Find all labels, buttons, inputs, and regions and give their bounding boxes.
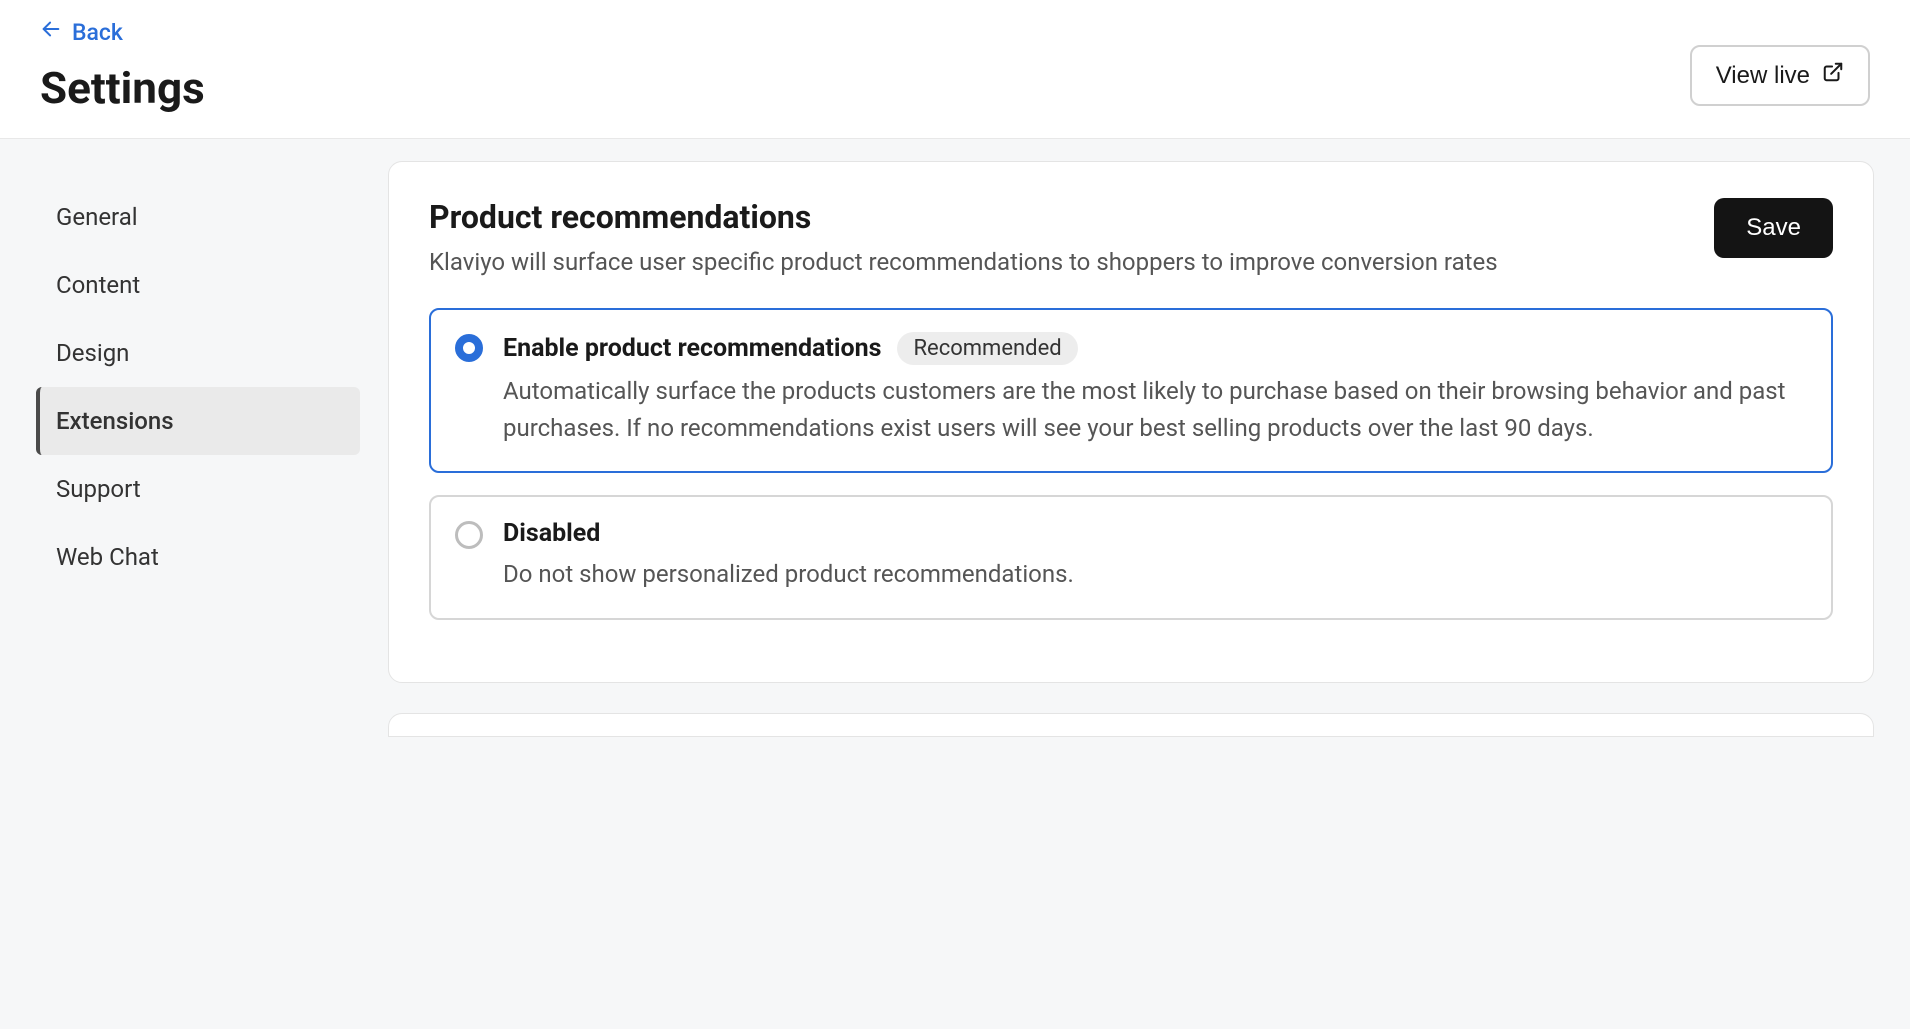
radio-option-disabled[interactable]: Disabled Do not show personalized produc…: [429, 495, 1833, 619]
radio-description: Do not show personalized product recomme…: [503, 556, 1807, 593]
page-title: Settings: [40, 62, 205, 114]
view-live-button[interactable]: View live: [1690, 45, 1870, 106]
product-recommendations-card: Product recommendations Klaviyo will sur…: [388, 161, 1874, 683]
top-bar-left: Back Settings: [40, 18, 205, 114]
view-live-label: View live: [1716, 62, 1810, 90]
sidebar-item-web-chat[interactable]: Web Chat: [36, 523, 360, 591]
card-header-text: Product recommendations Klaviyo will sur…: [429, 198, 1690, 280]
card-subtitle: Klaviyo will surface user specific produ…: [429, 244, 1690, 280]
sidebar-item-extensions[interactable]: Extensions: [36, 387, 360, 455]
top-bar: Back Settings View live: [0, 0, 1910, 139]
next-card-peek: [388, 713, 1874, 737]
radio-option-enable[interactable]: Enable product recommendations Recommend…: [429, 308, 1833, 473]
sidebar-item-content[interactable]: Content: [36, 251, 360, 319]
sidebar-item-general[interactable]: General: [36, 183, 360, 251]
arrow-left-icon: [40, 18, 62, 46]
sidebar-item-design[interactable]: Design: [36, 319, 360, 387]
body-area: General Content Design Extensions Suppor…: [0, 139, 1910, 1029]
main-content: Product recommendations Klaviyo will sur…: [380, 161, 1910, 1029]
radio-title-row: Disabled: [503, 519, 1807, 548]
sidebar-item-support[interactable]: Support: [36, 455, 360, 523]
sidebar: General Content Design Extensions Suppor…: [0, 161, 380, 1029]
radio-title: Disabled: [503, 519, 600, 548]
radio-content: Enable product recommendations Recommend…: [503, 332, 1807, 447]
card-header: Product recommendations Klaviyo will sur…: [429, 198, 1833, 280]
radio-circle-icon: [455, 334, 483, 362]
external-link-icon: [1822, 61, 1844, 90]
radio-title-row: Enable product recommendations Recommend…: [503, 332, 1807, 365]
radio-description: Automatically surface the products custo…: [503, 373, 1807, 447]
back-label: Back: [72, 19, 123, 46]
save-button[interactable]: Save: [1714, 198, 1833, 258]
radio-content: Disabled Do not show personalized produc…: [503, 519, 1807, 593]
radio-circle-icon: [455, 521, 483, 549]
radio-title: Enable product recommendations: [503, 334, 881, 363]
recommended-badge: Recommended: [897, 332, 1077, 365]
back-link[interactable]: Back: [40, 18, 123, 46]
card-title: Product recommendations: [429, 198, 1690, 236]
